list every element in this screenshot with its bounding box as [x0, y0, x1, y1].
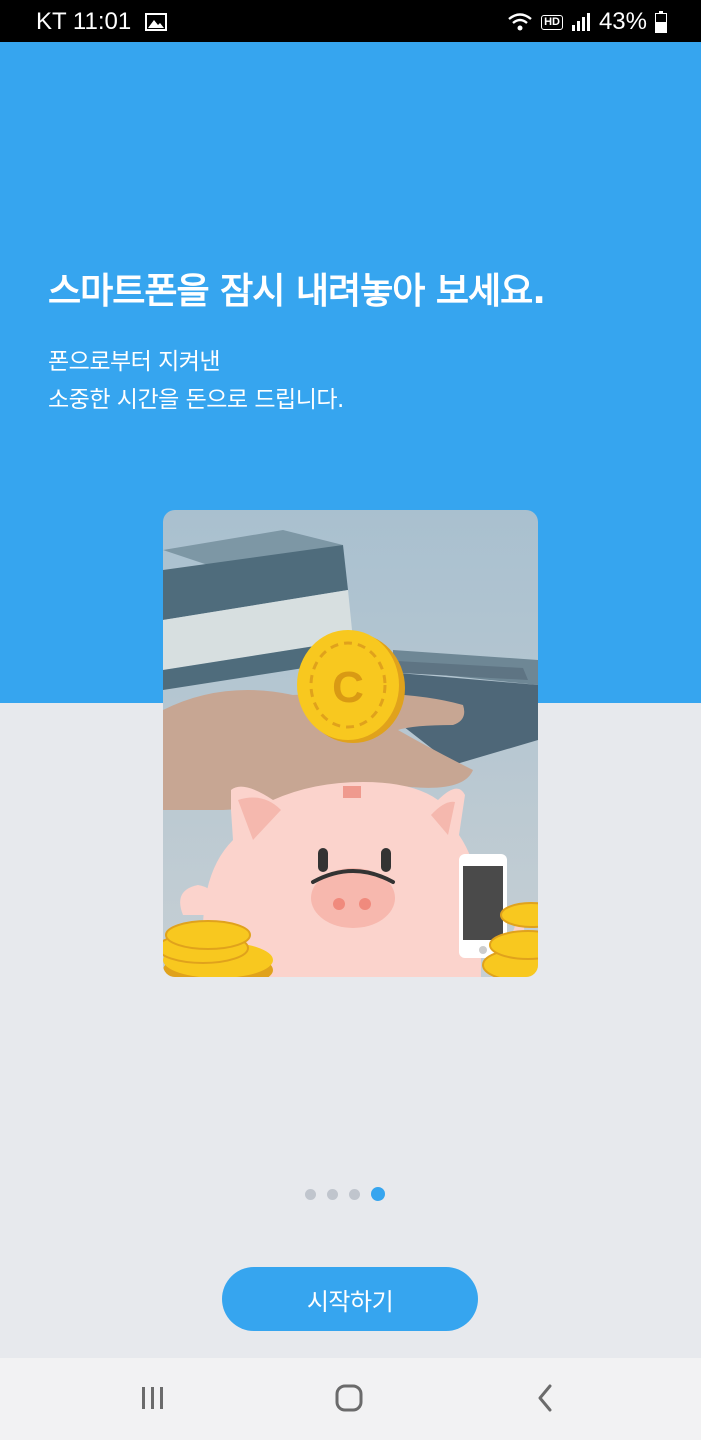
page-dot[interactable] [349, 1188, 360, 1200]
wifi-icon [508, 13, 532, 31]
page-dot-active[interactable] [371, 1187, 385, 1201]
hd-badge: HD [541, 14, 563, 30]
back-icon [538, 1384, 552, 1412]
coin-letter: C [332, 663, 364, 712]
carrier-time: KT 11:01 [36, 8, 132, 35]
subtitle-line-1: 폰으로부터 지켜낸 [48, 349, 221, 375]
page-indicator[interactable] [305, 1187, 385, 1201]
onboarding-illustration: C [163, 510, 538, 977]
page-dot[interactable] [327, 1188, 338, 1200]
status-bar: KT 11:01 HD 43% [0, 0, 701, 42]
battery-icon [655, 11, 667, 33]
recent-apps-button[interactable] [129, 1376, 177, 1420]
gallery-icon [145, 13, 168, 31]
headline: 스마트폰을 잠시 내려놓아 보세요. [48, 271, 546, 312]
subtitle-line-2: 소중한 시간을 돈으로 드립니다. [48, 387, 344, 413]
home-icon [335, 1384, 363, 1412]
recent-apps-icon [142, 1387, 163, 1409]
home-button[interactable] [325, 1376, 373, 1420]
navigation-bar [0, 1358, 701, 1440]
signal-icon [571, 13, 590, 31]
battery-percent: 43% [598, 8, 647, 35]
start-button[interactable]: 시작하기 [222, 1267, 478, 1331]
back-button[interactable] [521, 1376, 569, 1420]
page-dot[interactable] [305, 1188, 316, 1200]
